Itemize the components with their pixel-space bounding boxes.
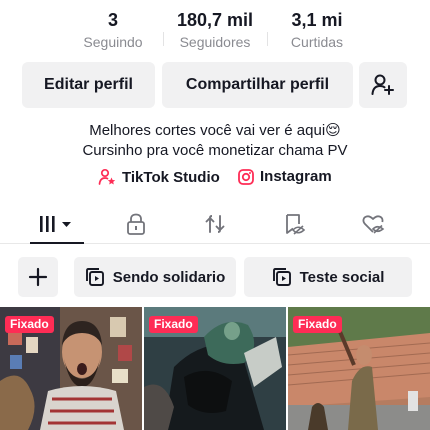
tab-videos[interactable] (31, 208, 83, 240)
video-thumbnail[interactable]: Fixado (0, 307, 142, 430)
heart-eye-icon (362, 215, 385, 234)
profile-links: TikTok Studio Instagram (0, 168, 430, 190)
instagram-icon (238, 168, 254, 185)
grid-bars-icon (40, 216, 71, 232)
instagram-link[interactable]: Instagram (238, 168, 332, 185)
lock-icon (127, 213, 145, 235)
repost-icon (205, 215, 225, 233)
instagram-label: Instagram (260, 168, 332, 185)
profile-stats: 3 Seguindo 180,7 mil Seguidores 3,1 mi C… (0, 8, 430, 58)
following-label: Seguindo (83, 34, 143, 50)
active-tab-indicator (30, 242, 84, 244)
likes-count: 3,1 mi (291, 10, 343, 30)
playlist-icon (85, 268, 104, 286)
stat-likes[interactable]: 3,1 mi Curtidas (272, 8, 362, 52)
playlist-icon (272, 268, 291, 286)
profile-bio: Melhores cortes você vai ver é aqui😌 Cur… (0, 121, 430, 161)
tab-liked[interactable] (347, 208, 399, 240)
collection-label: Sendo solidario (112, 268, 226, 286)
pinned-badge: Fixado (5, 316, 54, 333)
collections-row: Sendo solidario Teste social (0, 257, 430, 297)
stat-following[interactable]: 3 Seguindo (68, 8, 158, 52)
divider (267, 32, 268, 46)
stat-followers[interactable]: 180,7 mil Seguidores (168, 8, 262, 52)
collection-button[interactable]: Teste social (244, 257, 412, 297)
bio-line: Melhores cortes você vai ver é aqui😌 (89, 122, 341, 139)
add-user-icon (371, 74, 394, 95)
video-thumbnail[interactable]: Fixado (144, 307, 286, 430)
divider (163, 32, 164, 46)
profile-tabs (0, 204, 430, 244)
add-friend-button[interactable] (359, 62, 407, 108)
video-grid: Fixado Fixado Fixado (0, 307, 430, 430)
tiktok-studio-link[interactable]: TikTok Studio (98, 168, 220, 186)
collection-button[interactable]: Sendo solidario (74, 257, 236, 297)
edit-profile-button[interactable]: Editar perfil (22, 62, 155, 108)
bio-line: Cursinho pra você monetizar chama PV (82, 142, 348, 159)
pinned-badge: Fixado (149, 316, 198, 333)
following-count: 3 (107, 10, 118, 30)
followers-count: 180,7 mil (176, 10, 254, 30)
share-profile-button[interactable]: Compartilhar perfil (162, 62, 353, 108)
tab-private[interactable] (110, 208, 162, 240)
add-collection-button[interactable] (18, 257, 58, 297)
tab-saved[interactable] (268, 208, 320, 240)
tiktok-studio-label: TikTok Studio (122, 168, 220, 186)
bookmark-eye-icon (286, 214, 306, 235)
plus-icon (28, 267, 48, 287)
tab-reposts[interactable] (189, 208, 241, 240)
likes-label: Curtidas (290, 34, 344, 50)
person-star-icon (98, 168, 116, 185)
pinned-badge: Fixado (293, 316, 342, 333)
video-thumbnail[interactable]: Fixado (288, 307, 430, 430)
collection-label: Teste social (299, 268, 385, 286)
followers-label: Seguidores (179, 34, 251, 50)
